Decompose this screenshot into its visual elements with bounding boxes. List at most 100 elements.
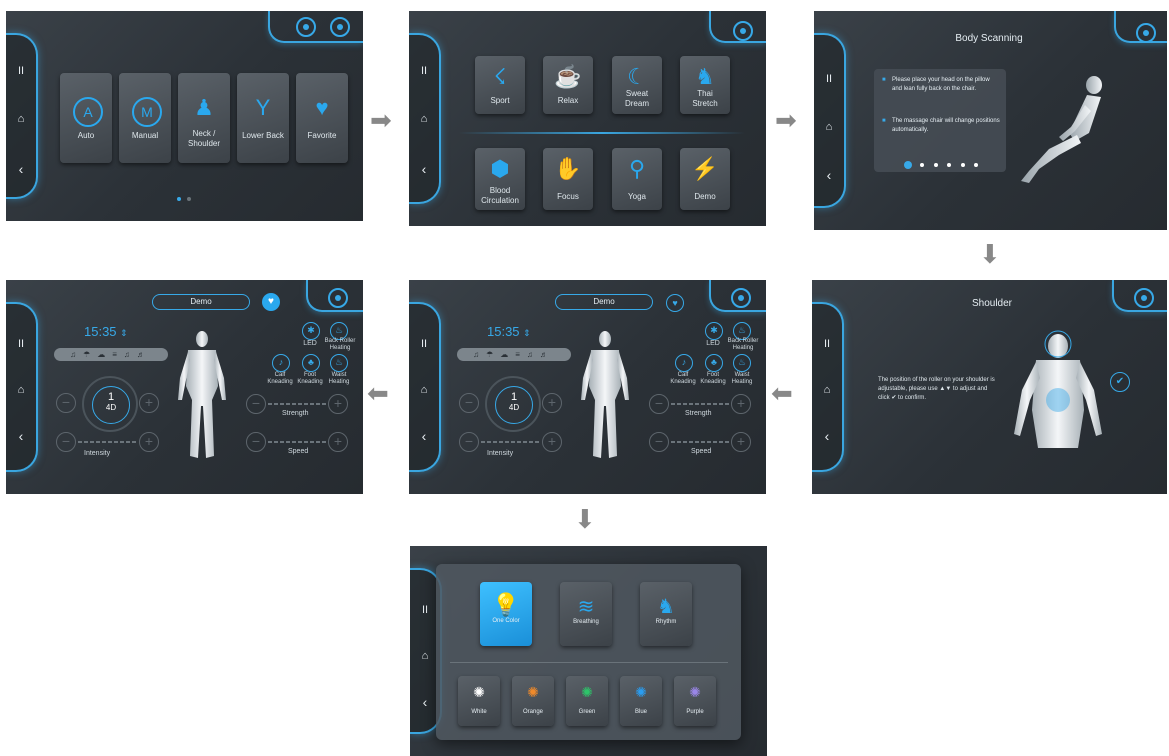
favorite-tile[interactable]: ♥ Favorite [296,73,348,163]
focus-icon: ✋ [554,156,582,181]
led-icon[interactable]: ✱ [302,322,320,340]
intensity-decrease-button[interactable]: − [459,432,479,452]
pause-icon[interactable]: II [409,65,439,77]
stepper-icon[interactable]: ⇕ [120,328,128,338]
intensity-track[interactable] [481,441,539,443]
pause-icon[interactable]: II [6,65,36,77]
foot-kneading-icon[interactable]: ♣ [302,354,320,372]
blue-label: Blue [634,709,647,715]
screen-manual-control-favorite: II ⌂ ‹ Demo ♥ 15:35 ⇕ ♫☂☁≡♫♬ 1 4D − + − … [6,280,363,494]
speed-decrease-button[interactable]: − [246,432,266,452]
power-icon[interactable] [1136,23,1156,43]
intensity-dial[interactable]: 1 4D [485,376,541,432]
speed-decrease-button[interactable]: − [649,432,669,452]
sweat-dream-tile[interactable]: ☾ Sweat Dream [612,56,662,114]
waist-heating-icon[interactable]: ♨ [733,354,751,372]
color-blue-tile[interactable]: ✺ Blue [620,676,662,726]
led-icon[interactable]: ✱ [705,322,723,340]
calf-kneading-icon[interactable]: ♪ [272,354,290,372]
pause-icon[interactable]: II [814,73,844,85]
breathing-mode-tile[interactable]: ≋ Breathing [560,582,612,646]
favorite-heart-button[interactable]: ♥ [262,293,280,311]
back-icon[interactable]: ‹ [409,161,439,177]
manual-tile[interactable]: M Manual [119,73,171,163]
dial-inner: 1 4D [92,386,130,424]
rhythm-mode-tile[interactable]: ♞ Rhythm [640,582,692,646]
intensity-increase-button[interactable]: + [542,432,562,452]
focus-label: Focus [557,192,579,201]
auto-tile[interactable]: A Auto [60,73,112,163]
strength-track[interactable] [671,403,729,405]
one-color-mode-tile[interactable]: 💡 One Color [480,582,532,646]
home-icon[interactable]: ⌂ [409,113,439,125]
mode-pill[interactable]: Demo [152,294,250,310]
yoga-tile[interactable]: ⚲ Yoga [612,148,662,210]
focus-tile[interactable]: ✋ Focus [543,148,593,210]
sound-icon[interactable] [296,17,316,37]
home-icon[interactable]: ⌂ [6,113,36,125]
home-icon[interactable]: ⌂ [6,384,36,396]
home-icon[interactable]: ⌂ [409,384,439,396]
mode-label: Demo [190,297,212,306]
power-icon[interactable] [731,288,751,308]
waist-heating-icon[interactable]: ♨ [330,354,348,372]
demo-tile[interactable]: ⚡ Demo [680,148,730,210]
power-icon[interactable] [733,21,753,41]
stepper-icon[interactable]: ⇕ [523,328,531,338]
favorite-heart-button[interactable]: ♥ [666,294,684,312]
strength-increase-button[interactable]: + [731,394,751,414]
blood-circulation-tile[interactable]: ⬢ Blood Circulation [475,148,525,210]
power-icon[interactable] [328,288,348,308]
color-white-tile[interactable]: ✺ White [458,676,500,726]
increase-button[interactable]: + [139,393,159,413]
decrease-button[interactable]: − [459,393,479,413]
strength-decrease-button[interactable]: − [649,394,669,414]
sport-tile[interactable]: ☇ Sport [475,56,525,114]
color-green-tile[interactable]: ✺ Green [566,676,608,726]
reclined-body-figure [1021,76,1102,183]
foot-kneading-icon[interactable]: ♣ [705,354,723,372]
pause-icon[interactable]: II [409,338,439,350]
speed-track[interactable] [671,441,729,443]
increase-button[interactable]: + [542,393,562,413]
thai-stretch-tile[interactable]: ♞ Thai Stretch [680,56,730,114]
back-icon[interactable]: ‹ [6,428,36,444]
color-purple-tile[interactable]: ✺ Purple [674,676,716,726]
page-dot[interactable] [187,197,191,201]
flow-arrow-down: ⬇ [574,504,596,534]
speed-increase-button[interactable]: + [731,432,751,452]
mode-pill[interactable]: Demo [555,294,653,310]
back-roller-heating-label: Back Roller Heating [727,338,759,351]
back-icon[interactable]: ‹ [814,167,844,183]
confirm-check-button[interactable]: ✔ [1110,372,1130,392]
intensity-track[interactable] [78,441,136,443]
speed-track[interactable] [268,441,326,443]
position-bar[interactable]: ♫☂☁≡♫♬ [54,348,168,361]
power-icon[interactable] [330,17,350,37]
decrease-button[interactable]: − [56,393,76,413]
strength-track[interactable] [268,403,326,405]
calf-kneading-icon[interactable]: ♪ [675,354,693,372]
power-icon[interactable] [1134,288,1154,308]
neck-shoulder-tile[interactable]: ♟ Neck / Shoulder [178,73,230,163]
home-icon[interactable]: ⌂ [812,384,842,396]
intensity-increase-button[interactable]: + [139,432,159,452]
position-bar[interactable]: ♫☂☁≡♫♬ [457,348,571,361]
pause-icon[interactable]: II [812,338,842,350]
back-icon[interactable]: ‹ [812,428,842,444]
strength-decrease-button[interactable]: − [246,394,266,414]
strength-increase-button[interactable]: + [328,394,348,414]
speed-increase-button[interactable]: + [328,432,348,452]
lower-back-tile[interactable]: Y Lower Back [237,73,289,163]
intensity-dial[interactable]: 1 4D [82,376,138,432]
back-icon[interactable]: ‹ [409,428,439,444]
relax-tile[interactable]: ☕ Relax [543,56,593,114]
intensity-decrease-button[interactable]: − [56,432,76,452]
pause-icon[interactable]: II [6,338,36,350]
color-orange-tile[interactable]: ✺ Orange [512,676,554,726]
back-icon[interactable]: ‹ [6,161,36,177]
home-icon[interactable]: ⌂ [814,121,844,133]
instruction-item: ■ Please place your head on the pillow a… [882,76,1000,94]
page-dot-active[interactable] [177,197,181,201]
yoga-label: Yoga [628,192,646,201]
